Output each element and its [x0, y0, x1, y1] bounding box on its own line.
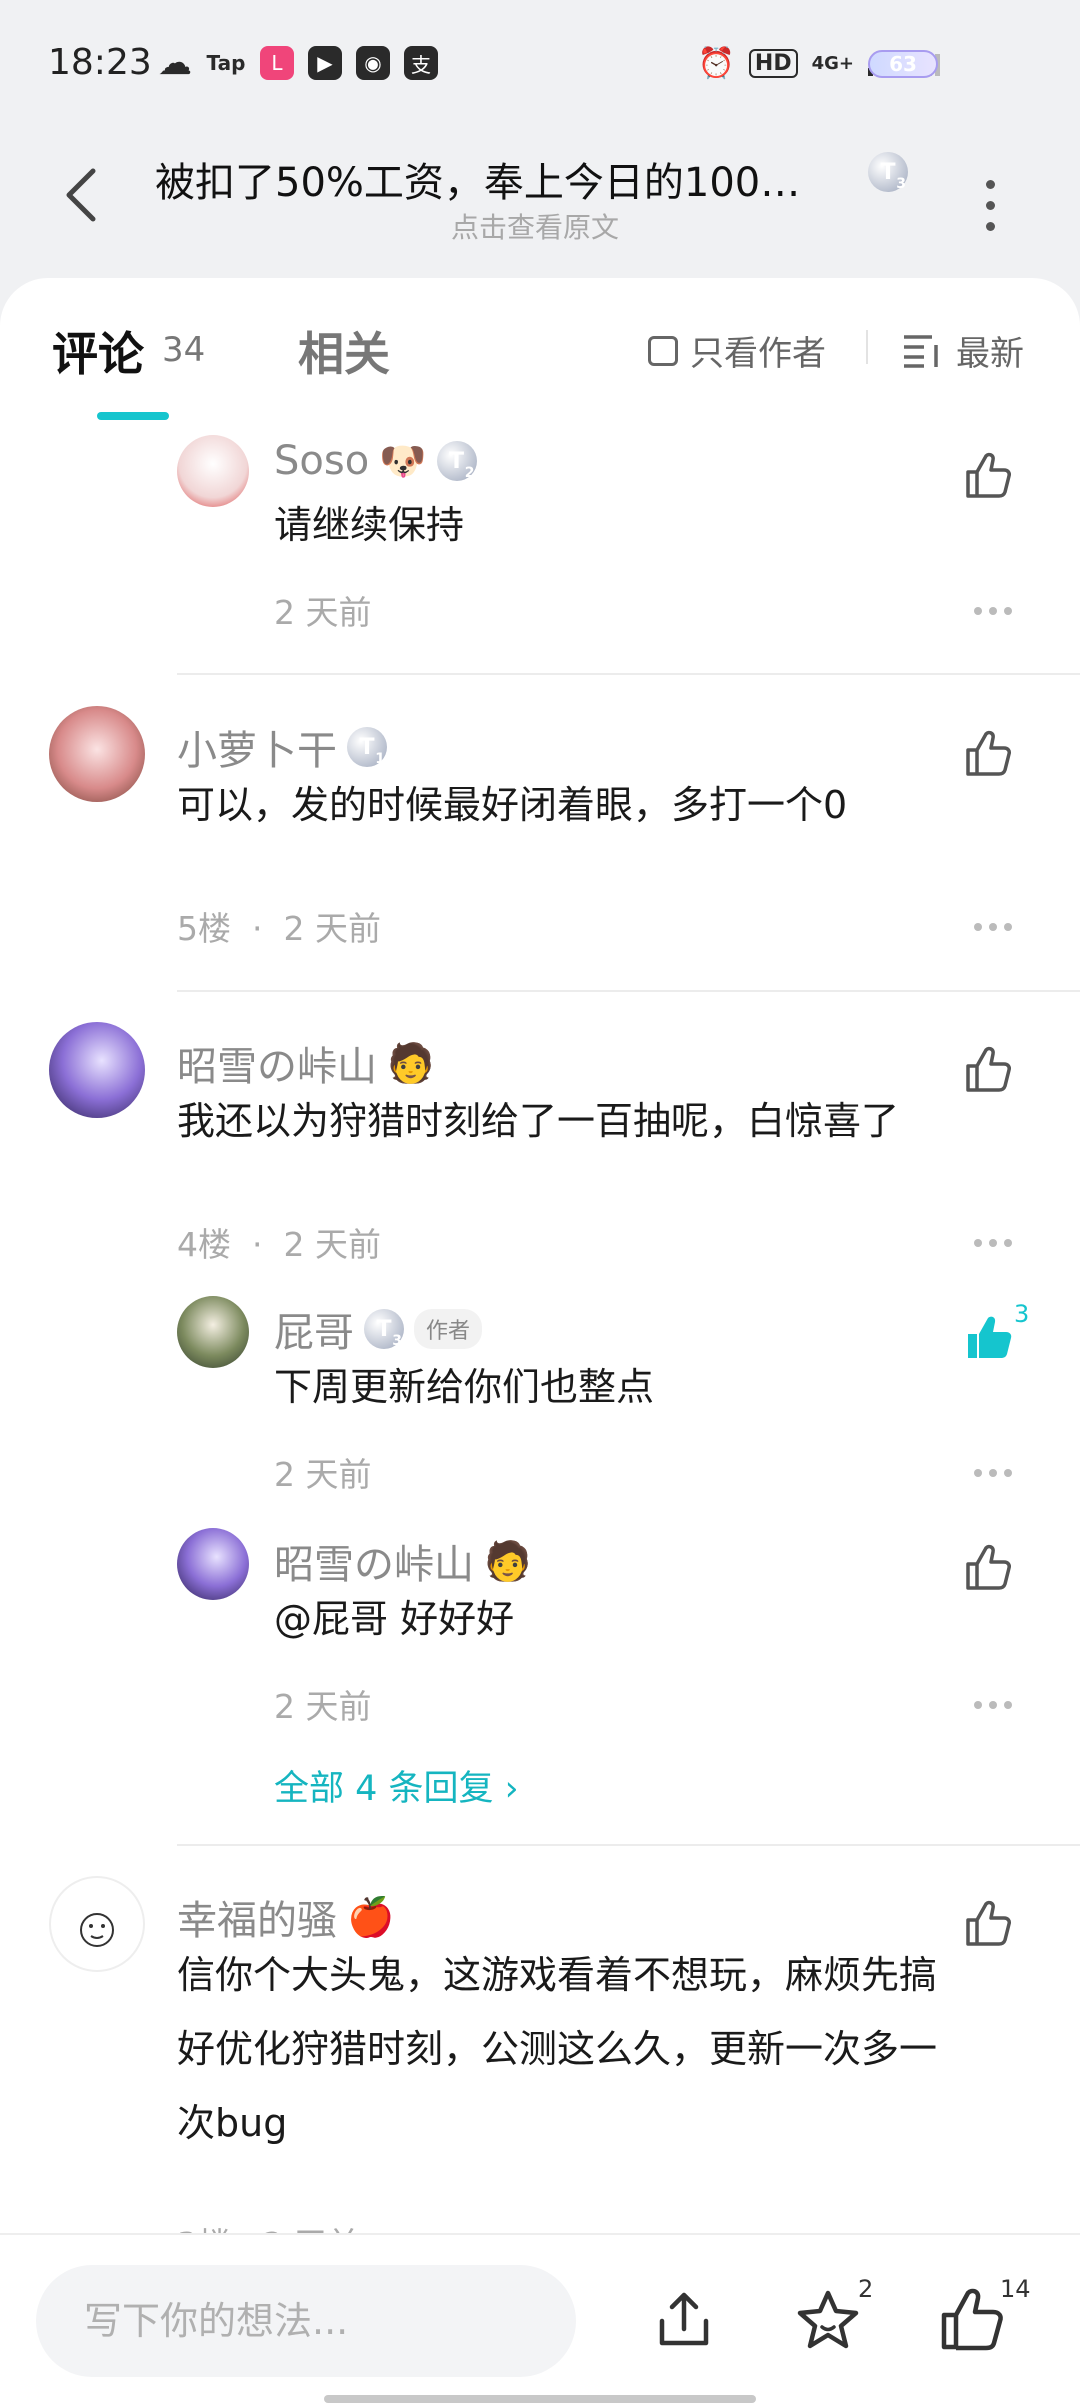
- comment-more-button[interactable]: [974, 1239, 1014, 1249]
- collect-count: 2: [858, 2275, 874, 2303]
- author-tag: 作者: [414, 1309, 483, 1349]
- tap-app-icon: Tap: [206, 51, 246, 75]
- comment-text: 信你个大头鬼，这游戏看着不想玩，麻烦先搞 好优化狩猎时刻，公测这么久，更新一次多…: [177, 1953, 938, 2145]
- status-bar: 18:23 ☁ Tap L ▶ ◉ 支 ⏰ HD 4G+ 63: [0, 0, 1080, 130]
- comment-more-button[interactable]: [974, 607, 1014, 617]
- character-badge-icon: 🧑: [484, 1538, 532, 1583]
- view-original-link[interactable]: 点击查看原文: [0, 206, 1070, 246]
- bottom-action-bar: 写下你的想法... 2 14: [0, 2233, 1080, 2408]
- more-dot-icon: [985, 200, 995, 210]
- sort-icon: [904, 334, 938, 368]
- lofter-app-icon: L: [260, 46, 294, 80]
- cloud-icon: ☁: [158, 43, 192, 83]
- author-only-label: 只看作者: [690, 334, 826, 374]
- sketch-avatar-icon: [80, 1913, 114, 1947]
- t-level-icon: T3: [364, 1309, 404, 1349]
- tab-related[interactable]: 相关: [298, 318, 390, 384]
- comment-time: 2 天前: [283, 909, 381, 948]
- battery-icon: 63: [868, 50, 938, 78]
- avatar[interactable]: [49, 1022, 145, 1118]
- comment-time: 2 天前: [274, 593, 372, 632]
- author-only-toggle[interactable]: 只看作者: [648, 326, 826, 375]
- page-title[interactable]: 被扣了50%工资，奉上今日的100…: [155, 150, 835, 208]
- divider: [177, 1844, 1080, 1846]
- thumbs-up-icon[interactable]: [936, 2285, 1008, 2357]
- comment-text: 可以，发的时候最好闭着眼，多打一个0: [177, 783, 848, 827]
- comment-author[interactable]: Soso 🐶 T2: [274, 438, 477, 484]
- compass-app-icon: ◉: [356, 46, 390, 80]
- comments-count: 34: [162, 330, 206, 370]
- divider: [177, 673, 1080, 675]
- hd-icon: HD: [748, 49, 798, 78]
- reply-time: 2 天前: [274, 1455, 372, 1494]
- animal-badge-icon: 🐶: [379, 438, 427, 483]
- share-icon[interactable]: [648, 2285, 720, 2357]
- sort-label: 最新: [956, 334, 1024, 374]
- play-app-icon: ▶: [308, 46, 342, 80]
- comment-meta: 3楼 · 2 天前: [177, 2218, 360, 2233]
- active-tab-indicator: [97, 412, 169, 420]
- author-name: Soso: [274, 438, 370, 484]
- comment-time: 2 天前: [283, 1225, 381, 1264]
- reply-text: 下周更新给你们也整点: [274, 1365, 655, 1409]
- floor-number: 5楼: [177, 909, 231, 948]
- checkbox-icon: [648, 335, 678, 366]
- sort-button[interactable]: 最新: [902, 326, 1024, 375]
- view-all-replies-link[interactable]: 全部 4 条回复 ›: [274, 1760, 519, 1811]
- reply-time: 2 天前: [274, 1687, 372, 1726]
- level-badge: T3: [868, 152, 908, 192]
- floor-number: 4楼: [177, 1225, 231, 1264]
- comment-text: 我还以为狩猎时刻给了一百抽呢，白惊喜了: [177, 1099, 900, 1143]
- home-indicator[interactable]: [324, 2395, 756, 2403]
- alipay-app-icon: 支: [404, 46, 438, 80]
- t-level-icon: T1: [347, 727, 387, 767]
- avatar[interactable]: [49, 1876, 145, 1972]
- avatar[interactable]: [177, 435, 249, 507]
- alarm-icon: ⏰: [697, 46, 735, 81]
- comment-more-button[interactable]: [974, 923, 1014, 933]
- apple-badge-icon: 🍎: [347, 1894, 395, 1939]
- avatar[interactable]: [177, 1528, 249, 1600]
- thumbs-up-filled-icon[interactable]: [962, 1312, 1014, 1364]
- tab-comments[interactable]: 评论: [52, 318, 144, 384]
- notification-icons: ☁ Tap L ▶ ◉ 支: [158, 43, 438, 83]
- network-type: 4G+: [811, 52, 854, 74]
- reply-text: @屁哥 好好好: [274, 1597, 515, 1641]
- reply-more-button[interactable]: [974, 1469, 1014, 1479]
- thumbs-up-icon[interactable]: [962, 728, 1014, 780]
- comment-meta: 5楼 · 2 天前: [177, 909, 381, 948]
- more-options-button[interactable]: [970, 170, 1010, 240]
- thumbs-up-icon[interactable]: [962, 1542, 1014, 1594]
- divider: [866, 330, 868, 364]
- avatar[interactable]: [177, 1296, 249, 1368]
- t-level-icon: T3: [868, 152, 908, 192]
- tab-bar: 评论 34 相关 只看作者 最新: [0, 278, 1080, 420]
- reply-more-button[interactable]: [974, 1701, 1014, 1711]
- title-bar: 被扣了50%工资，奉上今日的100… T3 点击查看原文: [0, 130, 1080, 280]
- thumbs-up-icon[interactable]: [962, 450, 1014, 502]
- like-total-count: 14: [1000, 2275, 1031, 2303]
- character-badge-icon: 🧑: [387, 1040, 435, 1085]
- status-time: 18:23: [48, 42, 152, 83]
- comment-text: 请继续保持: [274, 503, 465, 547]
- star-icon[interactable]: [792, 2285, 864, 2357]
- thumbs-up-icon[interactable]: [962, 1898, 1014, 1950]
- avatar[interactable]: [49, 706, 145, 802]
- thumbs-up-icon[interactable]: [962, 1044, 1014, 1096]
- more-dot-icon: [985, 179, 995, 189]
- comments-sheet: 评论 34 相关 只看作者 最新 Soso 🐶 T2 请继续保持 2 天前 小萝…: [0, 278, 1080, 2233]
- like-count: 3: [1014, 1300, 1030, 1328]
- divider: [177, 990, 1080, 992]
- more-dot-icon: [985, 221, 995, 231]
- comment-meta: 4楼 · 2 天前: [177, 1225, 381, 1264]
- comment-input[interactable]: 写下你的想法...: [36, 2265, 576, 2377]
- t-level-icon: T2: [436, 441, 477, 481]
